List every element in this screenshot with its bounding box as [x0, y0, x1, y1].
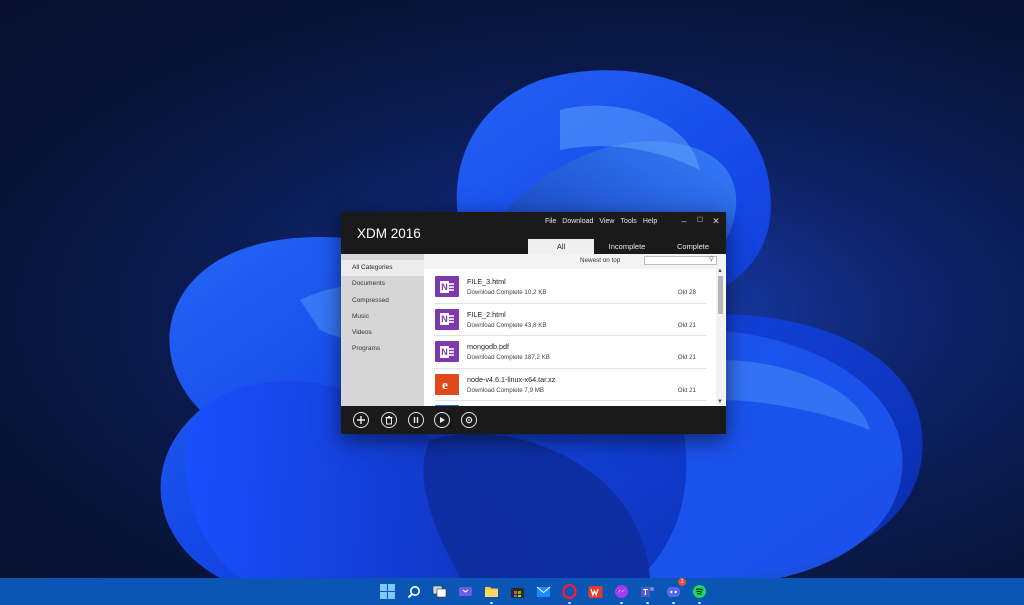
running-indicator	[568, 602, 571, 604]
opera-icon[interactable]	[560, 582, 579, 604]
running-indicator	[646, 602, 649, 604]
menu-bar: File Download View Tools Help	[545, 218, 657, 225]
taskbar: T 1	[0, 578, 1024, 605]
running-indicator	[620, 602, 623, 604]
resume-button[interactable]	[434, 412, 450, 428]
running-indicator	[672, 602, 675, 604]
list-item[interactable]: e node-v4.6.1-linux-x64.tar.xz Download …	[434, 369, 706, 401]
svg-text:e: e	[442, 377, 448, 391]
file-name: mongodb.pdf	[467, 342, 509, 351]
notification-badge: 1	[678, 578, 686, 586]
file-status: Download Complete 187,2 KB	[467, 354, 550, 361]
file-name: node-v4.6.1-linux-x64.tar.xz	[467, 374, 556, 384]
file-name: FILE_3.html	[467, 277, 506, 286]
list-toolbar: Newest on top ⚲	[424, 254, 726, 269]
file-date: Okt 28	[677, 289, 696, 296]
category-sidebar: All Categories Documents Compressed Musi…	[341, 254, 424, 406]
windows-start-icon[interactable]	[378, 582, 397, 601]
tab-complete[interactable]: Complete	[660, 239, 726, 254]
task-view-icon[interactable]	[430, 582, 449, 601]
sidebar-item-music[interactable]: Music	[341, 309, 424, 325]
maximize-button[interactable]: ☐	[696, 216, 704, 226]
spotify-icon[interactable]	[690, 582, 709, 604]
search-icon[interactable]	[404, 582, 423, 601]
xdm-window: XDM 2016 File Download View Tools Help –…	[341, 212, 726, 434]
wps-icon[interactable]	[586, 582, 605, 601]
pause-button[interactable]	[408, 412, 424, 428]
add-download-button[interactable]	[353, 412, 369, 428]
sidebar-item-programs[interactable]: Programs	[341, 341, 424, 357]
svg-text:T: T	[643, 588, 648, 597]
file-name: FILE_2.html	[467, 309, 506, 319]
store-icon[interactable]	[508, 582, 527, 601]
sidebar-item-videos[interactable]: Videos	[341, 325, 424, 341]
file-status: Download Complete 7,9 MB	[467, 386, 545, 394]
menu-download[interactable]: Download	[562, 218, 593, 225]
mail-icon[interactable]	[534, 582, 553, 601]
sidebar-item-compressed[interactable]: Compressed	[341, 293, 424, 309]
file-explorer-icon[interactable]	[482, 582, 501, 604]
download-list: N FILE_3.html Download Complete 10,2 KB …	[434, 271, 706, 406]
svg-text:N: N	[441, 314, 448, 324]
download-list-panel: Newest on top ⚲ N FILE_3.html Download C…	[424, 254, 726, 406]
window-title: XDM 2016	[357, 226, 421, 241]
search-icon[interactable]: ⚲	[709, 255, 714, 263]
running-indicator	[490, 602, 493, 604]
svg-text:N: N	[441, 347, 448, 357]
add-icon	[357, 416, 365, 424]
menu-file[interactable]: File	[545, 218, 556, 225]
close-button[interactable]: ✕	[712, 216, 720, 226]
list-item[interactable]: N FILE_3.html Download Complete 10,2 KB …	[434, 271, 706, 304]
tab-all[interactable]: All	[528, 239, 594, 254]
bottom-toolbar	[341, 406, 726, 434]
file-date: Okt 21	[677, 354, 696, 361]
messenger-icon[interactable]	[612, 582, 631, 604]
menu-help[interactable]: Help	[643, 218, 657, 225]
menu-tools[interactable]: Tools	[620, 218, 636, 225]
delete-icon	[385, 416, 393, 425]
pause-icon	[413, 417, 419, 423]
running-indicator	[698, 602, 701, 604]
minimize-button[interactable]: –	[680, 216, 688, 226]
onenote-icon: N	[435, 276, 459, 297]
resume-icon	[440, 417, 445, 423]
scrollbar-thumb[interactable]	[718, 276, 723, 314]
file-date: Okt 21	[677, 321, 696, 329]
ie-icon: e	[435, 373, 459, 395]
scroll-up-icon[interactable]: ▲	[717, 268, 723, 274]
chat-icon[interactable]	[456, 582, 475, 601]
sidebar-item-documents[interactable]: Documents	[341, 276, 424, 292]
settings-icon	[465, 416, 473, 424]
onenote-icon: N	[435, 341, 459, 362]
discord-icon[interactable]: 1	[664, 578, 686, 604]
list-item[interactable]: N mongodb.pdf Download Complete 187,2 KB…	[434, 336, 706, 369]
scroll-down-icon[interactable]: ▼	[717, 399, 723, 405]
menu-view[interactable]: View	[599, 218, 614, 225]
delete-button[interactable]	[381, 412, 397, 428]
teams-icon[interactable]: T	[638, 582, 657, 604]
file-date: Okt 21	[677, 386, 696, 394]
onenote-icon: N	[435, 308, 459, 330]
window-controls: – ☐ ✕	[680, 216, 720, 226]
tab-incomplete[interactable]: Incomplete	[594, 239, 660, 254]
vertical-scrollbar[interactable]: ▲ ▼	[716, 268, 725, 405]
tab-bar: All Incomplete Complete	[528, 239, 726, 254]
list-item[interactable]: N FILE_2.html Download Complete 43,8 KB …	[434, 304, 706, 336]
settings-button[interactable]	[461, 412, 477, 428]
taskbar-icons: T 1	[378, 578, 709, 604]
sidebar-item-all-categories[interactable]: All Categories	[341, 260, 424, 276]
file-status: Download Complete 10,2 KB	[467, 289, 547, 296]
search-input[interactable]: ⚲	[644, 256, 717, 265]
file-status: Download Complete 43,8 KB	[467, 321, 547, 329]
sort-order-selector[interactable]: Newest on top	[580, 257, 620, 264]
svg-text:N: N	[441, 282, 448, 292]
